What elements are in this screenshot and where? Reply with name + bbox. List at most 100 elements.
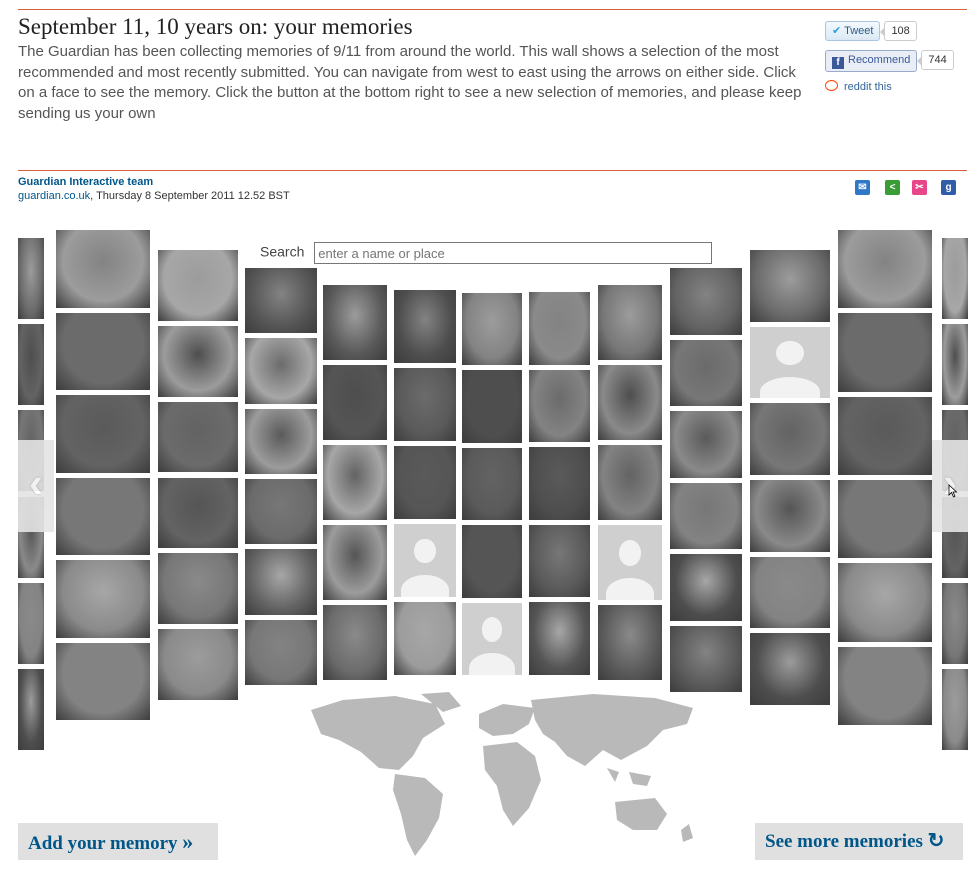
byline-source-link[interactable]: guardian.co.uk — [18, 190, 90, 202]
memory-tile[interactable] — [158, 629, 238, 700]
tweet-button[interactable]: ✔ Tweet — [825, 21, 881, 41]
memory-tile[interactable] — [394, 602, 456, 675]
prev-arrow-button[interactable]: ‹ — [18, 440, 54, 532]
memory-tile[interactable] — [529, 447, 590, 520]
flickr-icon[interactable]: ✂ — [912, 180, 927, 195]
memory-tile[interactable] — [598, 605, 662, 680]
memory-tile[interactable] — [838, 480, 932, 559]
memory-tile[interactable] — [529, 602, 590, 675]
memory-tile[interactable] — [942, 324, 968, 406]
intro-text: The Guardian has been collecting memorie… — [18, 43, 802, 122]
memory-tile[interactable] — [158, 250, 238, 321]
memory-tile[interactable] — [323, 365, 387, 440]
refresh-icon: ↻ — [927, 830, 945, 852]
memory-tile[interactable] — [18, 582, 44, 664]
recommend-count: 744 — [917, 50, 954, 70]
memory-tile[interactable] — [529, 292, 590, 365]
memory-tile[interactable] — [56, 477, 150, 555]
memory-tile[interactable] — [394, 446, 456, 519]
memory-tile[interactable] — [462, 370, 522, 443]
memory-tile[interactable] — [838, 313, 932, 392]
memory-tile[interactable] — [394, 290, 456, 363]
chevron-left-icon: ‹ — [29, 459, 43, 506]
memory-tile[interactable] — [462, 293, 522, 366]
memory-tile[interactable] — [670, 268, 742, 335]
memory-tile[interactable] — [462, 525, 522, 598]
memory-tile[interactable] — [323, 525, 387, 600]
memory-tile[interactable] — [323, 605, 387, 680]
memory-tile[interactable] — [529, 524, 590, 598]
memory-tile[interactable] — [598, 365, 662, 440]
facebook-widget[interactable]: f Recommend 744 — [825, 50, 954, 72]
memory-tile[interactable] — [942, 238, 968, 320]
memory-tile[interactable] — [245, 549, 317, 615]
memory-tile[interactable] — [18, 238, 44, 320]
memory-tile[interactable] — [245, 619, 317, 685]
memory-tile[interactable] — [245, 408, 317, 474]
memory-tile[interactable] — [670, 339, 742, 406]
memory-tile[interactable] — [838, 230, 932, 309]
memory-tile[interactable] — [750, 480, 830, 552]
memory-tile[interactable] — [323, 445, 387, 520]
memory-tile[interactable] — [598, 285, 662, 360]
memory-tile[interactable] — [670, 625, 742, 692]
memory-tile[interactable] — [158, 477, 238, 549]
memory-tile[interactable] — [18, 668, 44, 750]
byline-rule — [18, 170, 967, 171]
memory-tile[interactable] — [394, 524, 456, 597]
memory-tile[interactable] — [838, 396, 932, 475]
memory-tile[interactable] — [598, 445, 662, 520]
memory-tile[interactable] — [529, 369, 590, 443]
double-chevron-right-icon: » — [182, 829, 194, 854]
memory-tile[interactable] — [245, 268, 317, 334]
search-input[interactable] — [314, 242, 713, 264]
google-icon[interactable]: g — [941, 180, 956, 195]
page-title: September 11, 10 years on: your memories — [18, 14, 413, 39]
memory-wall: Search — [18, 230, 968, 860]
reddit-widget[interactable]: reddit this — [825, 80, 892, 93]
memory-tile[interactable] — [670, 411, 742, 478]
memory-tile[interactable] — [158, 401, 238, 473]
byline-author[interactable]: Guardian Interactive team — [18, 175, 290, 189]
memory-tile[interactable] — [750, 633, 830, 705]
reddit-link[interactable]: reddit this — [844, 81, 892, 93]
memory-tile[interactable] — [750, 326, 830, 399]
memory-tile[interactable] — [838, 646, 932, 725]
memory-tile[interactable] — [394, 368, 456, 441]
memory-tile[interactable] — [158, 553, 238, 625]
twitter-bird-icon: ✔ — [832, 25, 842, 37]
add-memory-button[interactable]: Add your memory » — [18, 823, 218, 860]
memory-tile[interactable] — [323, 285, 387, 360]
memory-tile[interactable] — [462, 447, 522, 521]
memory-tile[interactable] — [56, 642, 150, 720]
memory-tile[interactable] — [158, 325, 238, 397]
memory-tile[interactable] — [245, 479, 317, 545]
memory-tile[interactable] — [598, 525, 662, 600]
memory-tile[interactable] — [750, 403, 830, 475]
recommend-button[interactable]: f Recommend — [825, 50, 918, 72]
memory-tile[interactable] — [670, 482, 742, 549]
memory-tile[interactable] — [245, 338, 317, 404]
memory-tile[interactable] — [56, 560, 150, 638]
memory-tile[interactable] — [56, 395, 150, 473]
memory-tile[interactable] — [750, 250, 830, 322]
search-box: Search — [260, 242, 713, 264]
byline-date: , Thursday 8 September 2011 12.52 BST — [90, 190, 290, 202]
tweet-count: 108 — [880, 21, 917, 41]
top-rule — [18, 9, 967, 10]
email-icon[interactable]: ✉ — [855, 180, 870, 195]
memory-tile[interactable] — [18, 324, 44, 406]
memory-tile[interactable] — [942, 668, 968, 750]
memory-tile[interactable] — [942, 582, 968, 664]
memory-tile[interactable] — [838, 563, 932, 642]
mouse-cursor-icon — [948, 484, 958, 498]
tweet-widget[interactable]: ✔ Tweet 108 — [825, 21, 917, 41]
memory-tile[interactable] — [670, 554, 742, 621]
memory-tile[interactable] — [462, 602, 522, 675]
share-icon[interactable]: < — [885, 180, 900, 195]
world-map — [311, 692, 693, 856]
memory-tile[interactable] — [750, 556, 830, 629]
see-more-memories-button[interactable]: See more memories ↻ — [755, 823, 963, 860]
memory-tile[interactable] — [56, 312, 150, 390]
memory-tile[interactable] — [56, 230, 150, 308]
